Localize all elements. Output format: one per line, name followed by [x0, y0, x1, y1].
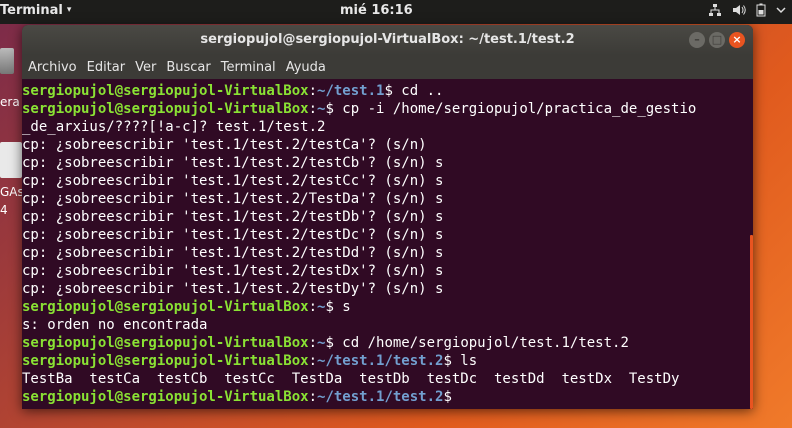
- prompt-user: sergiopujol@sergiopujol-VirtualBox: [22, 101, 309, 117]
- window-titlebar[interactable]: sergiopujol@sergiopujol-VirtualBox: ~/te…: [22, 25, 753, 55]
- prompt-path: ~/test.1: [317, 83, 385, 99]
- terminal-line: sergiopujol@sergiopujol-VirtualBox:~/tes…: [22, 388, 745, 406]
- terminal-output[interactable]: sergiopujol@sergiopujol-VirtualBox:~/tes…: [22, 82, 745, 409]
- prompt-separator: :: [308, 335, 318, 351]
- trash-label: era: [0, 95, 20, 109]
- menu-item-editar[interactable]: Editar: [82, 60, 131, 75]
- vbox-label-line-1: GAs: [0, 185, 24, 199]
- prompt-separator: :: [308, 83, 318, 99]
- output-text: cp: ¿sobreescribir 'test.1/test.2/testDx…: [22, 263, 444, 279]
- output-text: cp: ¿sobreescribir 'test.1/test.2/TestDa…: [22, 191, 444, 207]
- window-controls: – □ ×: [689, 32, 745, 48]
- command-text: $ cd ..: [384, 83, 444, 99]
- power-menu-icon[interactable]: [776, 3, 786, 21]
- terminal-window: sergiopujol@sergiopujol-VirtualBox: ~/te…: [22, 25, 753, 409]
- trash-desktop-icon[interactable]: [0, 44, 22, 84]
- vbox-label-line-2: 4: [0, 203, 8, 217]
- terminal-line: sergiopujol@sergiopujol-VirtualBox:~$ cp…: [22, 100, 745, 118]
- prompt-user: sergiopujol@sergiopujol-VirtualBox: [22, 335, 309, 351]
- command-text: $ cp -i /home/sergiopujol/practica_de_ge…: [325, 101, 697, 117]
- system-tray[interactable]: [708, 3, 786, 21]
- prompt-path: ~/test.1/test.2: [317, 353, 444, 369]
- output-text: cp: ¿sobreescribir 'test.1/test.2/testCb…: [22, 155, 444, 171]
- app-menu-label: Terminal: [0, 3, 63, 18]
- prompt-separator: :: [308, 353, 318, 369]
- menu-item-terminal[interactable]: Terminal: [216, 60, 281, 75]
- menu-item-ver[interactable]: Ver: [130, 60, 161, 75]
- terminal-line: _de_arxius/????[!a-c]? test.1/test.2: [22, 118, 745, 136]
- top-panel: Terminal ▾ mié 16:16: [0, 0, 792, 24]
- battery-icon[interactable]: [756, 3, 766, 21]
- trash-icon: [0, 48, 14, 74]
- terminal-line: sergiopujol@sergiopujol-VirtualBox:~/tes…: [22, 352, 745, 370]
- clock[interactable]: mié 16:16: [340, 3, 413, 18]
- output-text: cp: ¿sobreescribir 'test.1/test.2/testCc…: [22, 173, 444, 189]
- vbox-guest-additions-label: GAs 4: [0, 183, 24, 219]
- output-text: _de_arxius/????[!a-c]? test.1/test.2: [22, 119, 326, 135]
- terminal-line: cp: ¿sobreescribir 'test.1/test.2/testDd…: [22, 244, 745, 262]
- terminal-line: cp: ¿sobreescribir 'test.1/test.2/testDy…: [22, 280, 745, 298]
- close-button[interactable]: ×: [729, 32, 745, 48]
- terminal-line: cp: ¿sobreescribir 'test.1/test.2/testCb…: [22, 154, 745, 172]
- command-text: $ ls: [443, 353, 478, 369]
- terminal-line: cp: ¿sobreescribir 'test.1/test.2/testDx…: [22, 262, 745, 280]
- output-text: TestBa testCa testCb testCc TestDa testD…: [22, 371, 680, 387]
- terminal-line: sergiopujol@sergiopujol-VirtualBox:~$ cd…: [22, 334, 745, 352]
- prompt-path: ~/test.1/test.2: [317, 389, 444, 405]
- maximize-button[interactable]: □: [709, 32, 725, 48]
- minimize-button[interactable]: –: [689, 32, 705, 48]
- menu-item-buscar[interactable]: Buscar: [161, 60, 215, 75]
- window-title: sergiopujol@sergiopujol-VirtualBox: ~/te…: [200, 32, 575, 47]
- network-icon[interactable]: [708, 3, 722, 21]
- menu-bar: Archivo Editar Ver Buscar Terminal Ayuda: [22, 55, 753, 79]
- terminal-line: cp: ¿sobreescribir 'test.1/test.2/testCc…: [22, 172, 745, 190]
- prompt-user: sergiopujol@sergiopujol-VirtualBox: [22, 389, 309, 405]
- terminal-line: TestBa testCa testCb testCc TestDa testD…: [22, 370, 745, 388]
- vbox-guest-additions-icon[interactable]: [0, 142, 22, 178]
- menu-item-archivo[interactable]: Archivo: [22, 60, 82, 75]
- terminal-line: cp: ¿sobreescribir 'test.1/test.2/testCa…: [22, 136, 745, 154]
- output-text: cp: ¿sobreescribir 'test.1/test.2/testDc…: [22, 227, 444, 243]
- prompt-separator: :: [308, 101, 318, 117]
- terminal-line: sergiopujol@sergiopujol-VirtualBox:~/tes…: [22, 82, 745, 100]
- command-text: $ s: [325, 299, 351, 315]
- prompt-user: sergiopujol@sergiopujol-VirtualBox: [22, 299, 309, 315]
- scrollbar[interactable]: [750, 235, 753, 409]
- terminal-line: cp: ¿sobreescribir 'test.1/test.2/TestDa…: [22, 190, 745, 208]
- terminal-line: cp: ¿sobreescribir 'test.1/test.2/testDb…: [22, 208, 745, 226]
- menu-item-ayuda[interactable]: Ayuda: [281, 60, 331, 75]
- output-text: cp: ¿sobreescribir 'test.1/test.2/testCa…: [22, 137, 427, 153]
- prompt-separator: :: [308, 389, 318, 405]
- prompt-user: sergiopujol@sergiopujol-VirtualBox: [22, 83, 309, 99]
- output-text: cp: ¿sobreescribir 'test.1/test.2/testDy…: [22, 281, 444, 297]
- chevron-down-icon: ▾: [66, 5, 72, 15]
- command-text: $ cd /home/sergiopujol/test.1/test.2: [325, 335, 629, 351]
- output-text: s: orden no encontrada: [22, 317, 208, 333]
- output-text: cp: ¿sobreescribir 'test.1/test.2/testDd…: [22, 245, 444, 261]
- prompt-separator: :: [308, 299, 318, 315]
- terminal-line: sergiopujol@sergiopujol-VirtualBox:~$ s: [22, 298, 745, 316]
- prompt-user: sergiopujol@sergiopujol-VirtualBox: [22, 353, 309, 369]
- terminal-line: cp: ¿sobreescribir 'test.1/test.2/testDc…: [22, 226, 745, 244]
- terminal-line: s: orden no encontrada: [22, 316, 745, 334]
- command-text: $: [443, 389, 452, 405]
- output-text: cp: ¿sobreescribir 'test.1/test.2/testDb…: [22, 209, 444, 225]
- app-menu[interactable]: Terminal ▾: [0, 3, 71, 18]
- volume-icon[interactable]: [732, 3, 746, 21]
